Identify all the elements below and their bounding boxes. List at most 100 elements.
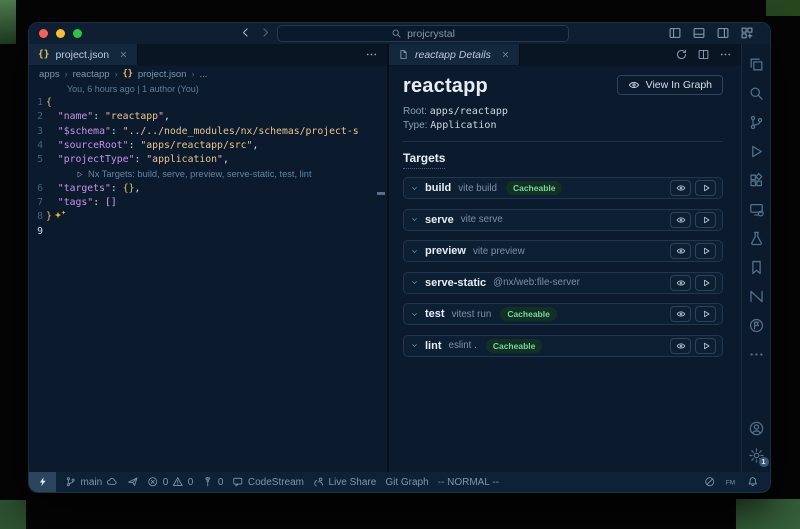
- code-line[interactable]: 3 "$schema": "../../node_modules/nx/sche…: [29, 125, 387, 139]
- panel-bottom-toggle-icon[interactable]: [692, 26, 706, 40]
- target-actions: [670, 306, 716, 322]
- target-run-button[interactable]: [695, 338, 716, 354]
- status-item-copilot[interactable]: [704, 476, 716, 488]
- target-show-config-button[interactable]: [670, 306, 691, 322]
- forward-arrow-button[interactable]: [259, 26, 272, 39]
- close-tab-icon[interactable]: [501, 50, 510, 59]
- code-line[interactable]: 9: [29, 225, 387, 239]
- breadcrumb-item[interactable]: ...: [199, 69, 207, 80]
- sidebar-item-bookmarks[interactable]: [748, 259, 765, 276]
- status-item-git-branch[interactable]: main: [65, 476, 118, 488]
- target-row-test[interactable]: testvitest runCacheable: [403, 303, 723, 325]
- sidebar-item-settings[interactable]: 1: [748, 447, 765, 464]
- chevron-down-icon[interactable]: [410, 278, 419, 287]
- target-run-button[interactable]: [695, 306, 716, 322]
- view-in-graph-button[interactable]: View In Graph: [617, 75, 723, 95]
- status-item-fm-extension[interactable]: FM: [725, 476, 737, 488]
- status-item-notifications[interactable]: [747, 476, 759, 488]
- code-editor[interactable]: You, 6 hours ago | 1 author (You)1{2 "na…: [29, 82, 387, 239]
- tab-bar-right: reactapp Details: [389, 44, 741, 66]
- code-line[interactable]: 7 "tags": []: [29, 196, 387, 210]
- target-run-button[interactable]: [695, 180, 716, 196]
- sparkle-icon[interactable]: [54, 211, 66, 219]
- sidebar-item-testing[interactable]: [748, 230, 765, 247]
- status-item-problems[interactable]: 00: [147, 476, 193, 488]
- status-item-launch[interactable]: [127, 476, 139, 488]
- cacheable-badge: Cacheable: [500, 307, 557, 321]
- code-text: "tags": []: [46, 196, 117, 210]
- sidebar-item-remote-explorer[interactable]: [748, 201, 765, 218]
- status-item-git-graph[interactable]: Git Graph: [385, 477, 428, 488]
- close-button[interactable]: [39, 29, 48, 38]
- eye-icon: [676, 278, 686, 288]
- back-arrow-button[interactable]: [239, 26, 252, 39]
- sidebar-item-extensions[interactable]: [748, 172, 765, 189]
- target-actions: [670, 180, 716, 196]
- sidebar-item-source-control[interactable]: [748, 114, 765, 131]
- chevron-down-icon[interactable]: [410, 215, 419, 224]
- line-number: 3: [29, 125, 43, 139]
- panel-right-toggle-icon[interactable]: [716, 26, 730, 40]
- layout-grid-toggle-icon[interactable]: [740, 26, 754, 40]
- sidebar-item-nx-console[interactable]: [748, 288, 765, 305]
- line-number: 8: [29, 210, 43, 224]
- code-line[interactable]: 6 "targets": {},: [29, 182, 387, 196]
- sidebar-item-explorer[interactable]: [748, 56, 765, 73]
- chevron-down-icon[interactable]: [410, 341, 419, 350]
- status-item-vim-mode[interactable]: -- NORMAL --: [438, 477, 499, 488]
- target-show-config-button[interactable]: [670, 275, 691, 291]
- project-title: reactapp: [403, 75, 488, 98]
- sidebar-item-run-and-debug[interactable]: [748, 143, 765, 160]
- json-file-icon: {}: [38, 49, 49, 60]
- code-line[interactable]: 2 "name": "reactapp",: [29, 110, 387, 124]
- status-item-ports[interactable]: 0: [202, 476, 223, 488]
- split-editor-icon[interactable]: [697, 48, 710, 61]
- command-center-search[interactable]: projcrystal: [277, 25, 569, 42]
- status-item-live-share[interactable]: Live Share: [313, 476, 376, 488]
- chevron-down-icon[interactable]: [410, 310, 419, 319]
- sidebar-item-todo[interactable]: [748, 317, 765, 334]
- panel-left-toggle-icon[interactable]: [668, 26, 682, 40]
- code-line[interactable]: 1{: [29, 96, 387, 110]
- refresh-icon[interactable]: [675, 48, 688, 61]
- target-row-build[interactable]: buildvite buildCacheable: [403, 177, 723, 199]
- target-show-config-button[interactable]: [670, 212, 691, 228]
- chevron-down-icon[interactable]: [410, 247, 419, 256]
- breadcrumb-item[interactable]: apps: [39, 69, 60, 80]
- target-show-config-button[interactable]: [670, 180, 691, 196]
- sidebar-item-accounts[interactable]: [748, 420, 765, 437]
- eye-icon: [628, 79, 640, 91]
- target-row-serve-static[interactable]: serve-static@nx/web:file-server: [403, 272, 723, 294]
- breadcrumb-item[interactable]: project.json: [138, 69, 187, 80]
- code-line[interactable]: 8}: [29, 210, 387, 224]
- nx-targets-codelens[interactable]: Nx Targets: build, serve, preview, serve…: [29, 167, 387, 181]
- target-run-button[interactable]: [695, 212, 716, 228]
- target-run-button[interactable]: [695, 275, 716, 291]
- close-tab-icon[interactable]: [119, 50, 128, 59]
- tab-project-json[interactable]: {} project.json: [29, 44, 138, 65]
- breadcrumb-item[interactable]: reactapp: [73, 69, 110, 80]
- target-row-serve[interactable]: servevite serve: [403, 209, 723, 231]
- antenna-icon: [202, 476, 214, 488]
- sidebar-item-search[interactable]: [748, 85, 765, 102]
- status-item-remote-indicator[interactable]: [29, 472, 56, 492]
- target-show-config-button[interactable]: [670, 243, 691, 259]
- code-line[interactable]: 4 "sourceRoot": "apps/reactapp/src",: [29, 139, 387, 153]
- sidebar-item-more[interactable]: [748, 346, 765, 363]
- zoom-button[interactable]: [73, 29, 82, 38]
- line-number: 6: [29, 182, 43, 196]
- more-actions-icon[interactable]: [365, 48, 378, 61]
- code-line[interactable]: 5 "projectType": "application",: [29, 153, 387, 167]
- target-show-config-button[interactable]: [670, 338, 691, 354]
- chevron-down-icon[interactable]: [410, 184, 419, 193]
- eye-icon: [676, 246, 686, 256]
- search-value: projcrystal: [407, 28, 455, 40]
- target-run-button[interactable]: [695, 243, 716, 259]
- minimize-button[interactable]: [56, 29, 65, 38]
- more-icon[interactable]: [719, 48, 732, 61]
- target-row-lint[interactable]: linteslint .Cacheable: [403, 335, 723, 357]
- tab-reactapp-details[interactable]: reactapp Details: [389, 44, 520, 65]
- target-row-preview[interactable]: previewvite preview: [403, 240, 723, 262]
- codelens-annotation[interactable]: You, 6 hours ago | 1 author (You): [29, 83, 387, 96]
- status-item-codestream[interactable]: CodeStream: [232, 476, 304, 488]
